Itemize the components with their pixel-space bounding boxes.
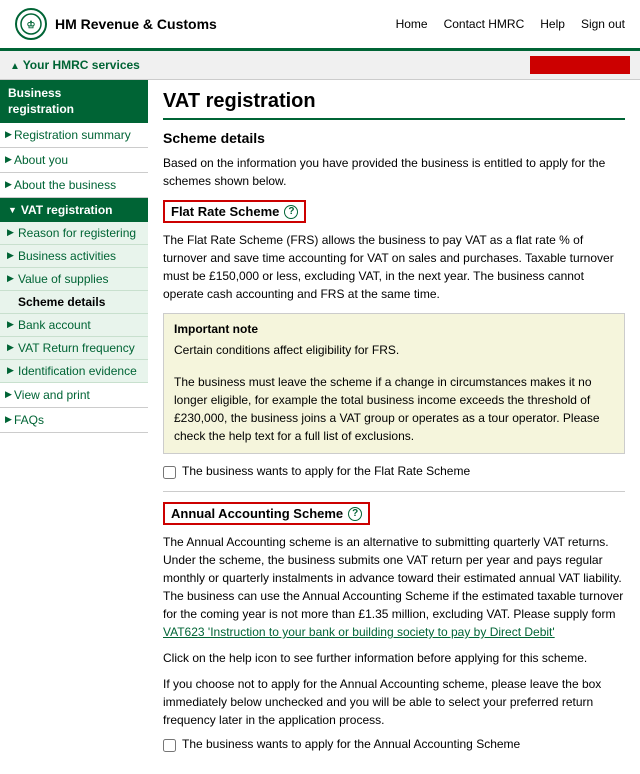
annual-accounting-checkbox[interactable] [163, 739, 176, 752]
vat623-link[interactable]: VAT623 'Instruction to your bank or buil… [163, 625, 555, 639]
svg-text:♔: ♔ [27, 20, 36, 31]
annual-accounting-desc1: The Annual Accounting scheme is an alter… [163, 533, 625, 641]
important-note-title: Important note [174, 322, 614, 336]
content-area: VAT registration Scheme details Based on… [148, 80, 640, 774]
flat-rate-help-icon[interactable]: ? [284, 205, 298, 219]
important-note-box: Important note Certain conditions affect… [163, 313, 625, 454]
sidebar-business-registration-title: Business registration [0, 80, 148, 123]
flat-rate-scheme-label[interactable]: Flat Rate Scheme ? [163, 200, 306, 223]
logo: ♔ HM Revenue & Customs [15, 8, 217, 40]
sidebar-vat-items: Reason for registering Business activiti… [0, 222, 148, 383]
service-bar-text[interactable]: Your HMRC services [10, 58, 140, 72]
red-bar-decoration [530, 56, 630, 74]
important-note-text1: Certain conditions affect eligibility fo… [174, 341, 614, 359]
main-container: Business registration Registration summa… [0, 80, 640, 774]
sidebar-item-business-activities[interactable]: Business activities [0, 245, 148, 268]
flat-rate-description: The Flat Rate Scheme (FRS) allows the bu… [163, 231, 625, 303]
sidebar-item-about-you[interactable]: About you [0, 148, 148, 173]
important-note-text2: The business must leave the scheme if a … [174, 373, 614, 445]
sidebar-item-reason-for-registering[interactable]: Reason for registering [0, 222, 148, 245]
sidebar: Business registration Registration summa… [0, 80, 148, 774]
header: ♔ HM Revenue & Customs Home Contact HMRC… [0, 0, 640, 51]
sidebar-item-view-and-print[interactable]: View and print [0, 383, 148, 408]
section-heading: Scheme details [163, 130, 625, 146]
sidebar-item-vat-return-frequency[interactable]: VAT Return frequency [0, 337, 148, 360]
annual-accounting-help-icon[interactable]: ? [348, 507, 362, 521]
service-bar: Your HMRC services [0, 51, 640, 80]
sidebar-vat-section[interactable]: VAT registration [0, 198, 148, 222]
nav-signout[interactable]: Sign out [581, 17, 625, 31]
flat-rate-checkbox[interactable] [163, 466, 176, 479]
sidebar-item-about-business[interactable]: About the business [0, 173, 148, 198]
sidebar-item-identification-evidence[interactable]: Identification evidence [0, 360, 148, 383]
nav-help[interactable]: Help [540, 17, 565, 31]
sidebar-item-bank-account[interactable]: Bank account [0, 314, 148, 337]
annual-accounting-desc3: If you choose not to apply for the Annua… [163, 675, 625, 729]
annual-accounting-desc2: Click on the help icon to see further in… [163, 649, 625, 667]
annual-accounting-checkbox-label: The business wants to apply for the Annu… [182, 737, 520, 751]
sidebar-item-value-of-supplies[interactable]: Value of supplies [0, 268, 148, 291]
sidebar-item-faqs[interactable]: FAQs [0, 408, 148, 433]
nav-contact[interactable]: Contact HMRC [444, 17, 525, 31]
sidebar-item-scheme-details[interactable]: Scheme details [0, 291, 148, 314]
nav-home[interactable]: Home [396, 17, 428, 31]
hmrc-logo-icon: ♔ [15, 8, 47, 40]
logo-text: HM Revenue & Customs [55, 16, 217, 32]
main-nav: Home Contact HMRC Help Sign out [396, 17, 625, 31]
intro-text: Based on the information you have provid… [163, 154, 625, 190]
sidebar-item-registration-summary[interactable]: Registration summary [0, 123, 148, 148]
flat-rate-checkbox-label: The business wants to apply for the Flat… [182, 464, 470, 478]
annual-accounting-checkbox-row: The business wants to apply for the Annu… [163, 737, 625, 752]
flat-rate-checkbox-row: The business wants to apply for the Flat… [163, 464, 625, 479]
annual-accounting-scheme-label[interactable]: Annual Accounting Scheme ? [163, 502, 370, 525]
section-divider [163, 491, 625, 492]
page-title: VAT registration [163, 90, 625, 120]
